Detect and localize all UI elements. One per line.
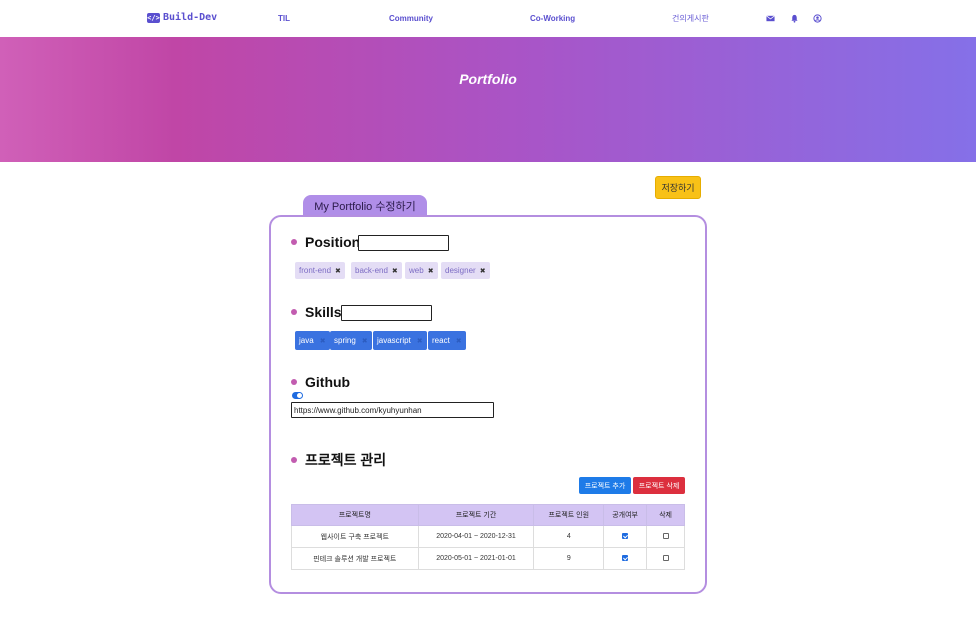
- skill-tag[interactable]: java ✖: [295, 331, 330, 350]
- project-table: 프로젝트명 프로젝트 기간 프로젝트 인원 공개여부 삭제 웹사이트 구축 프로…: [291, 504, 685, 570]
- user-icon[interactable]: [813, 14, 822, 23]
- code-icon: </>: [147, 12, 160, 23]
- table-header-row: 프로젝트명 프로젝트 기간 프로젝트 인원 공개여부 삭제: [291, 504, 685, 526]
- column-header: 삭제: [646, 504, 685, 526]
- add-project-button[interactable]: 프로젝트 추가: [579, 477, 631, 494]
- table-row[interactable]: 핀테크 솔루션 개발 프로젝트 2020-05-01 ~ 2021-01-01 …: [291, 547, 685, 570]
- skill-tag[interactable]: react ✖: [428, 331, 466, 350]
- bullet-icon: [291, 379, 297, 385]
- skills-input[interactable]: [341, 305, 432, 321]
- mail-icon[interactable]: [766, 14, 775, 23]
- remove-tag-icon[interactable]: ✖: [480, 267, 486, 275]
- bullet-icon: [291, 457, 297, 463]
- skill-label: javascript: [377, 336, 411, 345]
- project-period: 2020-04-01 ~ 2020-12-31: [417, 525, 535, 548]
- project-name: 핀테크 솔루션 개발 프로젝트: [291, 547, 419, 570]
- hero-banner: Portfolio: [0, 37, 976, 162]
- remove-tag-icon[interactable]: ✖: [392, 267, 398, 275]
- logo-text: Build-Dev: [163, 12, 218, 23]
- delete-checkbox[interactable]: [662, 533, 669, 540]
- project-members: 4: [533, 525, 605, 548]
- public-cell: [603, 547, 648, 570]
- position-tag[interactable]: back-end ✖: [351, 262, 402, 279]
- remove-tag-icon[interactable]: ✖: [428, 267, 434, 275]
- skill-tag[interactable]: javascript ✖: [373, 331, 427, 350]
- delete-cell: [646, 525, 685, 548]
- github-public-toggle[interactable]: [292, 392, 303, 399]
- column-header: 프로젝트 기간: [417, 504, 535, 526]
- column-header: 프로젝트명: [291, 504, 419, 526]
- skills-heading-label: Skills: [305, 304, 342, 320]
- position-tag[interactable]: front-end ✖: [295, 262, 345, 279]
- column-header: 공개여부: [603, 504, 648, 526]
- save-button[interactable]: 저장하기: [655, 176, 701, 199]
- skill-label: react: [432, 336, 450, 345]
- tag-label: designer: [445, 266, 476, 275]
- table-row[interactable]: 웹사이트 구축 프로젝트 2020-04-01 ~ 2020-12-31 4: [291, 525, 685, 548]
- tag-label: web: [409, 266, 424, 275]
- remove-tag-icon[interactable]: ✖: [335, 267, 341, 275]
- skill-label: java: [299, 336, 314, 345]
- portfolio-edit-tab: My Portfolio 수정하기: [303, 195, 427, 217]
- bell-icon[interactable]: [790, 14, 799, 23]
- public-checkbox[interactable]: [622, 555, 629, 562]
- public-checkbox[interactable]: [622, 533, 629, 540]
- tag-label: front-end: [299, 266, 332, 275]
- bullet-icon: [291, 239, 297, 245]
- projects-heading: 프로젝트 관리: [291, 450, 386, 470]
- public-cell: [603, 525, 648, 548]
- position-tag[interactable]: designer ✖: [441, 262, 490, 279]
- project-name: 웹사이트 구축 프로젝트: [291, 525, 419, 548]
- position-tag[interactable]: web ✖: [405, 262, 438, 279]
- project-period: 2020-05-01 ~ 2021-01-01: [417, 547, 535, 570]
- remove-tag-icon[interactable]: ✖: [320, 337, 326, 345]
- position-heading: Position: [291, 234, 360, 250]
- remove-tag-icon[interactable]: ✖: [417, 337, 423, 345]
- delete-checkbox[interactable]: [662, 555, 669, 562]
- skill-tag[interactable]: spring ✖: [330, 331, 372, 350]
- delete-project-button[interactable]: 프로젝트 삭제: [633, 477, 685, 494]
- nav-link-community[interactable]: Community: [389, 14, 433, 23]
- position-heading-label: Position: [305, 234, 361, 250]
- top-nav: </> Build-Dev TIL Community Co-Working 건…: [0, 0, 976, 37]
- tag-label: back-end: [355, 266, 388, 275]
- project-members: 9: [533, 547, 605, 570]
- github-heading: Github: [291, 374, 350, 390]
- nav-link-co-working[interactable]: Co-Working: [530, 14, 575, 23]
- column-header: 프로젝트 인원: [533, 504, 605, 526]
- github-heading-label: Github: [305, 374, 351, 390]
- delete-cell: [646, 547, 685, 570]
- logo[interactable]: </> Build-Dev: [147, 12, 217, 23]
- page-title: Portfolio: [459, 71, 517, 87]
- remove-tag-icon[interactable]: ✖: [362, 337, 368, 345]
- nav-link-suggestion-board[interactable]: 건의게시판: [672, 13, 709, 24]
- remove-tag-icon[interactable]: ✖: [456, 337, 462, 345]
- skill-label: spring: [334, 336, 356, 345]
- github-url-input[interactable]: [291, 402, 494, 418]
- bullet-icon: [291, 309, 297, 315]
- projects-heading-label: 프로젝트 관리: [305, 452, 387, 468]
- nav-link-til[interactable]: TIL: [278, 14, 290, 23]
- position-input[interactable]: [358, 235, 449, 251]
- skills-heading: Skills: [291, 304, 342, 320]
